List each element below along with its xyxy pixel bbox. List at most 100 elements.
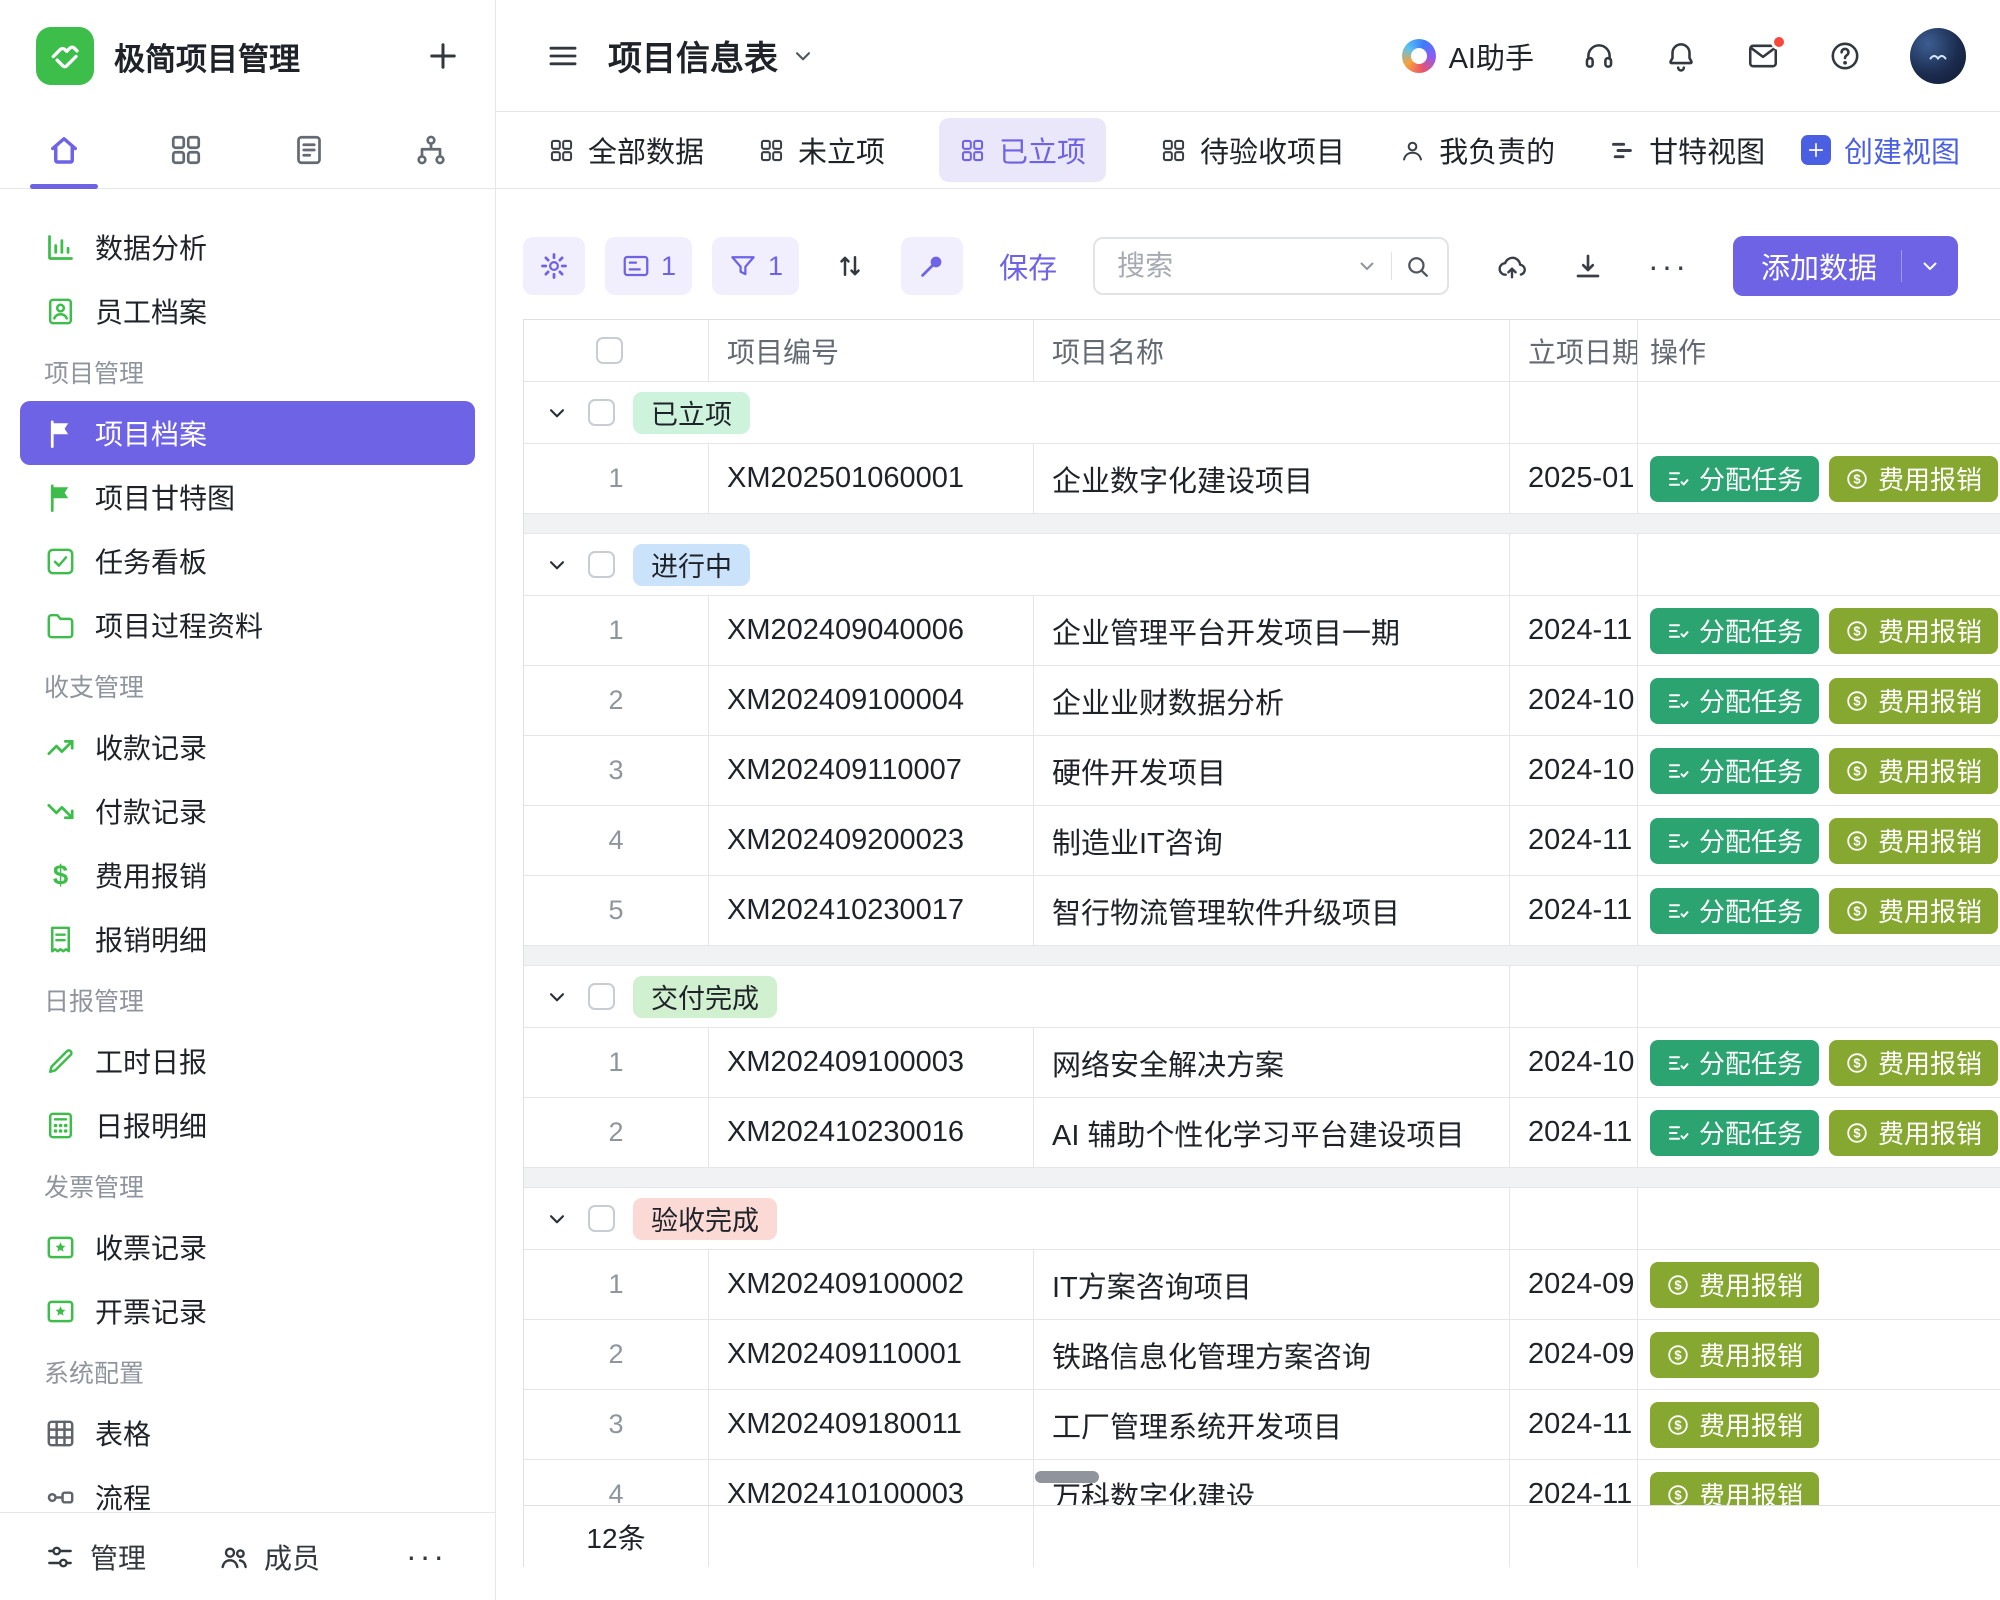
sidebar-item[interactable]: 收款记录 <box>20 715 475 779</box>
sort-button[interactable] <box>819 237 881 295</box>
assign-task-button[interactable]: 分配任务 <box>1650 748 1819 794</box>
view-tab-label: 待验收项目 <box>1200 129 1345 171</box>
notifications-bell-icon[interactable] <box>1664 39 1698 73</box>
expense-report-button[interactable]: $费用报销 <box>1829 678 1998 724</box>
search-scope-chevron-icon[interactable] <box>1355 254 1379 278</box>
help-icon[interactable] <box>1828 39 1862 73</box>
sidebar-item[interactable]: 项目档案 <box>20 401 475 465</box>
table-row[interactable]: 1XM202409100003网络安全解决方案2024-10分配任务$费用报销 <box>524 1028 2000 1098</box>
assign-task-button[interactable]: 分配任务 <box>1650 678 1819 724</box>
group-checkbox[interactable] <box>588 551 615 578</box>
table-row[interactable]: 1XM202409040006企业管理平台开发项目一期2024-11分配任务$费… <box>524 596 2000 666</box>
table-row[interactable]: 3XM202409180011工厂管理系统开发项目2024-11$费用报销 <box>524 1390 2000 1460</box>
nav-tab-docs[interactable] <box>267 112 351 188</box>
nav-tab-workflow[interactable] <box>389 112 473 188</box>
sidebar-item[interactable]: 工时日报 <box>20 1029 475 1093</box>
assign-task-button[interactable]: 分配任务 <box>1650 818 1819 864</box>
create-view-button[interactable]: 创建视图 <box>1801 129 1960 171</box>
sidebar-item[interactable]: 项目过程资料 <box>20 593 475 657</box>
expense-report-button[interactable]: $费用报销 <box>1829 608 1998 654</box>
column-header-actions[interactable]: 操作 <box>1638 320 2000 381</box>
toolbar-more-button[interactable]: ··· <box>1648 248 1689 285</box>
expense-report-button[interactable]: $费用报销 <box>1829 456 1998 502</box>
view-tab[interactable]: 未立项 <box>758 129 885 171</box>
support-headset-icon[interactable] <box>1582 39 1616 73</box>
import-icon[interactable] <box>1496 250 1528 282</box>
assign-task-button[interactable]: 分配任务 <box>1650 608 1819 654</box>
group-collapse-icon[interactable] <box>544 984 570 1010</box>
table-row[interactable]: 2XM202410230016AI 辅助个性化学习平台建设项目2024-11分配… <box>524 1098 2000 1168</box>
table-row[interactable]: 4XM202409200023制造业IT咨询2024-11分配任务$费用报销 <box>524 806 2000 876</box>
assign-task-button[interactable]: 分配任务 <box>1650 888 1819 934</box>
group-collapse-icon[interactable] <box>544 400 570 426</box>
nav-tab-tables[interactable] <box>144 112 228 188</box>
user-avatar[interactable] <box>1910 28 1966 84</box>
expense-report-button[interactable]: $费用报销 <box>1829 888 1998 934</box>
expense-report-button[interactable]: $费用报销 <box>1829 818 1998 864</box>
column-header-date[interactable]: 立项日期 <box>1510 320 1638 381</box>
expense-report-button[interactable]: $费用报销 <box>1829 1110 1998 1156</box>
sidebar-item[interactable]: 开票记录 <box>20 1279 475 1343</box>
search-icon[interactable] <box>1404 253 1431 280</box>
horizontal-scrollbar[interactable] <box>1035 1471 1099 1483</box>
expense-report-button[interactable]: $费用报销 <box>1829 1040 1998 1086</box>
column-header-project-id[interactable]: 项目编号 <box>709 320 1034 381</box>
pin-button[interactable] <box>901 237 963 295</box>
select-all-checkbox[interactable] <box>596 337 623 364</box>
download-icon[interactable] <box>1572 250 1604 282</box>
sidebar-item[interactable]: 员工档案 <box>20 279 475 343</box>
search-input[interactable] <box>1115 249 1343 283</box>
field-config-button[interactable]: 1 <box>605 237 692 295</box>
group-checkbox[interactable] <box>588 399 615 426</box>
filter-button[interactable]: 1 <box>712 237 799 295</box>
expense-report-button[interactable]: $费用报销 <box>1650 1472 1819 1506</box>
add-app-icon[interactable] <box>425 38 461 74</box>
expense-report-button[interactable]: $费用报销 <box>1829 748 1998 794</box>
manage-button[interactable]: 管理 <box>44 1537 146 1577</box>
sidebar-item[interactable]: 日报明细 <box>20 1093 475 1157</box>
sidebar-more-button[interactable]: ··· <box>406 1538 447 1575</box>
inbox-button[interactable] <box>1746 39 1780 73</box>
view-tab[interactable]: 甘特视图 <box>1609 129 1765 171</box>
sidebar-item[interactable]: 收票记录 <box>20 1215 475 1279</box>
view-tab[interactable]: 已立项 <box>939 118 1106 182</box>
view-tab[interactable]: 待验收项目 <box>1160 129 1345 171</box>
table-row[interactable]: 1XM202409100002IT方案咨询项目2024-09$费用报销 <box>524 1250 2000 1320</box>
ai-assistant-button[interactable]: AI助手 <box>1402 35 1534 77</box>
sidebar-item[interactable]: $费用报销 <box>20 843 475 907</box>
members-button[interactable]: 成员 <box>218 1537 320 1577</box>
view-tab[interactable]: 我负责的 <box>1399 129 1555 171</box>
sidebar-item[interactable]: 付款记录 <box>20 779 475 843</box>
table-row[interactable]: 4XM202410100003万科数字化建设2024-11$费用报销 <box>524 1460 2000 1505</box>
table-row[interactable]: 5XM202410230017智行物流管理软件升级项目2024-11分配任务$费… <box>524 876 2000 946</box>
sidebar-item[interactable]: 报销明细 <box>20 907 475 971</box>
sidebar-item[interactable]: 流程 <box>20 1465 475 1512</box>
table-row[interactable]: 3XM202409110007硬件开发项目2024-10分配任务$费用报销 <box>524 736 2000 806</box>
save-button[interactable]: 保存 <box>999 245 1057 287</box>
sidebar-item[interactable]: 项目甘特图 <box>20 465 475 529</box>
group-collapse-icon[interactable] <box>544 552 570 578</box>
view-tab[interactable]: 全部数据 <box>548 129 704 171</box>
expense-report-button[interactable]: $费用报销 <box>1650 1332 1819 1378</box>
group-checkbox[interactable] <box>588 983 615 1010</box>
sidebar-item[interactable]: 数据分析 <box>20 215 475 279</box>
settings-button[interactable] <box>523 237 585 295</box>
menu-toggle-icon[interactable] <box>546 39 580 73</box>
table-row[interactable]: 1XM202501060001企业数字化建设项目2025-01分配任务$费用报销 <box>524 444 2000 514</box>
expense-report-button[interactable]: $费用报销 <box>1650 1262 1819 1308</box>
group-checkbox[interactable] <box>588 1205 615 1232</box>
group-status-badge: 交付完成 <box>633 976 777 1018</box>
add-data-button[interactable]: 添加数据 <box>1733 236 1958 296</box>
title-chevron-icon[interactable] <box>790 43 816 69</box>
assign-task-button[interactable]: 分配任务 <box>1650 456 1819 502</box>
sidebar-item[interactable]: 任务看板 <box>20 529 475 593</box>
assign-task-button[interactable]: 分配任务 <box>1650 1040 1819 1086</box>
nav-tab-home[interactable] <box>22 112 106 188</box>
assign-task-button[interactable]: 分配任务 <box>1650 1110 1819 1156</box>
table-row[interactable]: 2XM202409100004企业业财数据分析2024-10分配任务$费用报销 <box>524 666 2000 736</box>
column-header-project-name[interactable]: 项目名称 <box>1034 320 1510 381</box>
table-row[interactable]: 2XM202409110001铁路信息化管理方案咨询2024-09$费用报销 <box>524 1320 2000 1390</box>
expense-report-button[interactable]: $费用报销 <box>1650 1402 1819 1448</box>
sidebar-item[interactable]: 表格 <box>20 1401 475 1465</box>
group-collapse-icon[interactable] <box>544 1206 570 1232</box>
